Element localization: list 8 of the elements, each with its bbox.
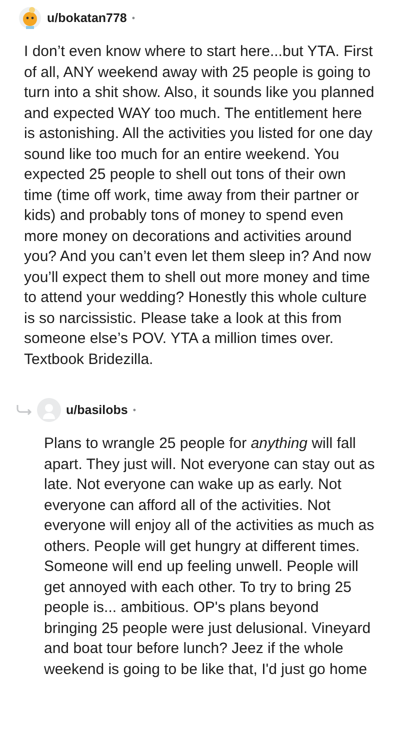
username[interactable]: u/basilobs <box>66 403 128 417</box>
comment-text: I don’t even know where to start here...but YTA. First of all, ANY weekend away with 25 people is going to turn into a shit show. Also, it sounds like you planned and expected WAY too much. The entitlement here is astonishing. All the activities you listed for one day sound like too much for an entire weekend. You expected 25 people to shell out tons of their own time (time off work, time away from their partner or kids) and probably tons of money to spend even more money on decorations and activities around you? And you can’t even let them sleep in? And now you’ll expect them to shell out more money and time to attend your wedding? Honestly this whole culture is so narcissistic. Please take a look at this from someone else’s POV. YTA a million times over. Textbook Bridezilla. <box>24 42 376 370</box>
reply-arrow-icon <box>16 405 32 415</box>
username[interactable]: u/bokatan778 <box>47 11 127 25</box>
avatar-icon <box>18 5 42 31</box>
separator-dot: • <box>132 405 136 415</box>
comment-text: Plans to wrangle 25 people for anything will fall apart. They just will. Not everyone can stay out as late. Not everyone can wake up as early. Not everyone can afford all of the activities. Not everyone will enjoy all of the activities as much as others. People will get hungry at different times. Someone will end up feeling unwell. People will get annoyed with each other. To try to bring 25 people is... ambitious. OP's plans beyond bringing 25 people were just delusional. Vineyard and boat tour before lunch? Jeez if the whole weekend is going to be like that, I'd just go home <box>44 434 376 680</box>
separator-dot: • <box>132 13 136 23</box>
